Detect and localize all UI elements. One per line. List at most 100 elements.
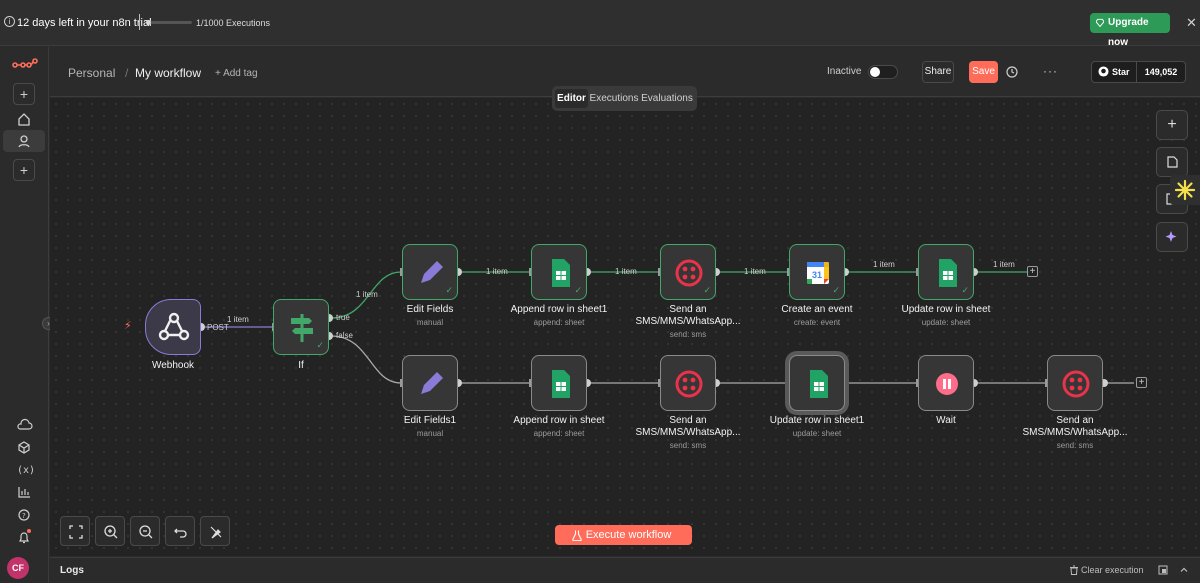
node-title: Wait — [936, 415, 956, 426]
node-subtitle: append: sheet — [533, 318, 585, 327]
popout-icon[interactable] — [1158, 565, 1168, 575]
reset-zoom-button[interactable] — [165, 516, 195, 546]
svg-text:31: 31 — [812, 270, 822, 280]
templates-icon[interactable] — [13, 436, 35, 458]
avatar[interactable]: CF — [7, 557, 29, 579]
n8n-logo-icon — [12, 58, 38, 68]
zoom-out-button[interactable] — [130, 516, 160, 546]
webhook-port-label: POST — [207, 323, 229, 332]
executions-progress-bar — [146, 21, 192, 24]
wire-label: 1 item — [873, 260, 895, 269]
user-icon — [18, 135, 30, 148]
node-create-event[interactable]: 31 ✓ — [789, 244, 845, 300]
divider — [139, 14, 140, 30]
upgrade-label: Upgrade now — [1108, 17, 1149, 48]
execute-workflow-button[interactable]: Execute workflow — [555, 525, 692, 545]
wire-label: 1 item — [486, 267, 508, 276]
add-project-button[interactable]: + — [13, 159, 35, 181]
help-icon[interactable]: ? — [13, 504, 35, 526]
notification-dot — [27, 529, 31, 533]
add-next-node-button[interactable]: + — [1027, 266, 1038, 277]
success-check-icon: ✓ — [832, 285, 840, 295]
undo-icon — [174, 528, 187, 538]
active-toggle[interactable] — [868, 65, 898, 79]
node-wait[interactable] — [918, 355, 974, 411]
history-icon[interactable] — [1005, 65, 1019, 79]
node-edit-fields1[interactable] — [402, 355, 458, 411]
node-update-row-sheet[interactable]: ✓ — [918, 244, 974, 300]
upgrade-button[interactable]: Upgrade now — [1090, 13, 1170, 48]
broom-icon — [210, 526, 222, 539]
node-edit-fields[interactable]: ✓ — [402, 244, 458, 300]
logs-panel-bar[interactable]: Logs Clear execution — [50, 557, 1200, 583]
wire-label: 1 item — [744, 267, 766, 276]
google-sheets-icon — [552, 370, 570, 398]
webhook-icon — [158, 312, 190, 341]
node-subtitle: update: sheet — [792, 429, 842, 438]
trigger-bolt-icon: ⚡ — [124, 320, 132, 332]
node-send-sms-top[interactable]: ✓ — [660, 244, 716, 300]
insights-icon[interactable] — [13, 481, 35, 503]
node-subtitle: send: sms — [1056, 441, 1094, 450]
more-options-button[interactable]: ··· — [1043, 64, 1058, 78]
node-update-row-sheet1[interactable] — [789, 355, 845, 411]
executions-progress-fill — [146, 20, 151, 25]
node-webhook[interactable] — [145, 299, 201, 355]
create-button[interactable]: + — [13, 83, 35, 105]
logs-label: Logs — [60, 565, 84, 576]
node-subtitle: send: sms — [669, 330, 707, 339]
github-star-label: Star — [1112, 67, 1130, 77]
node-subtitle: send: sms — [669, 441, 707, 450]
fit-view-button[interactable] — [60, 516, 90, 546]
zoom-in-button[interactable] — [95, 516, 125, 546]
node-title: Create an event — [781, 304, 853, 315]
if-false-label: false — [336, 331, 353, 340]
execute-workflow-label: Execute workflow — [585, 529, 672, 541]
trial-bar: i 12 days left in your n8n trial 1/1000 … — [0, 0, 1200, 48]
node-append-row-sheet[interactable] — [531, 355, 587, 411]
node-title: Append row in sheet — [513, 415, 605, 426]
wire-label: 1 item — [615, 267, 637, 276]
chevron-up-icon[interactable] — [1179, 565, 1189, 575]
trash-icon — [1070, 565, 1078, 575]
node-title: Send an SMS/MMS/WhatsApp... — [635, 415, 741, 438]
node-send-sms-mid[interactable] — [660, 355, 716, 411]
home-icon[interactable] — [13, 108, 35, 130]
node-title: Send an SMS/MMS/WhatsApp... — [635, 304, 741, 327]
clear-execution-button[interactable]: Clear execution — [1081, 565, 1144, 575]
github-star-button[interactable]: Star 149,052 — [1091, 61, 1186, 83]
info-icon: i — [4, 16, 15, 27]
workflow-canvas[interactable]: Editor Executions Evaluations + 1 item P… — [50, 86, 1200, 556]
variables-icon[interactable]: (x) — [13, 458, 35, 480]
node-if[interactable]: ✓ — [273, 299, 329, 355]
wire-label: 1 item — [356, 290, 378, 299]
trial-text: 12 days left in your n8n trial — [17, 17, 152, 29]
add-tag-button[interactable]: + Add tag — [215, 68, 258, 79]
cloud-icon[interactable] — [13, 414, 35, 436]
fit-view-icon — [69, 525, 83, 539]
add-next-node-button[interactable]: + — [1136, 377, 1147, 388]
node-title: Append row in sheet1 — [510, 304, 608, 315]
save-button[interactable]: Save — [969, 61, 998, 83]
node-subtitle: manual — [416, 318, 444, 327]
tidy-up-button[interactable] — [200, 516, 230, 546]
active-status-label: Inactive — [827, 66, 862, 77]
node-send-sms-end[interactable] — [1047, 355, 1103, 411]
share-button[interactable]: Share — [922, 61, 954, 83]
node-append-row-sheet1[interactable]: ✓ — [531, 244, 587, 300]
breadcrumb-personal[interactable]: Personal — [68, 66, 115, 80]
breadcrumb-separator: / — [125, 66, 129, 80]
close-icon[interactable]: ✕ — [1186, 15, 1197, 31]
success-check-icon: ✓ — [703, 285, 711, 295]
google-sheets-icon — [810, 370, 828, 398]
twilio-icon — [675, 370, 703, 398]
node-subtitle: update: sheet — [921, 318, 971, 327]
bell-icon[interactable] — [13, 526, 35, 548]
node-title: Update row in sheet1 — [769, 415, 865, 426]
node-title: Edit Fields1 — [403, 415, 457, 426]
node-title: Webhook — [151, 360, 195, 371]
node-subtitle: create: event — [793, 318, 841, 327]
wire-label: 1 item — [227, 315, 249, 324]
workflow-name[interactable]: My workflow — [135, 66, 201, 80]
github-star-count: 149,052 — [1144, 67, 1178, 77]
